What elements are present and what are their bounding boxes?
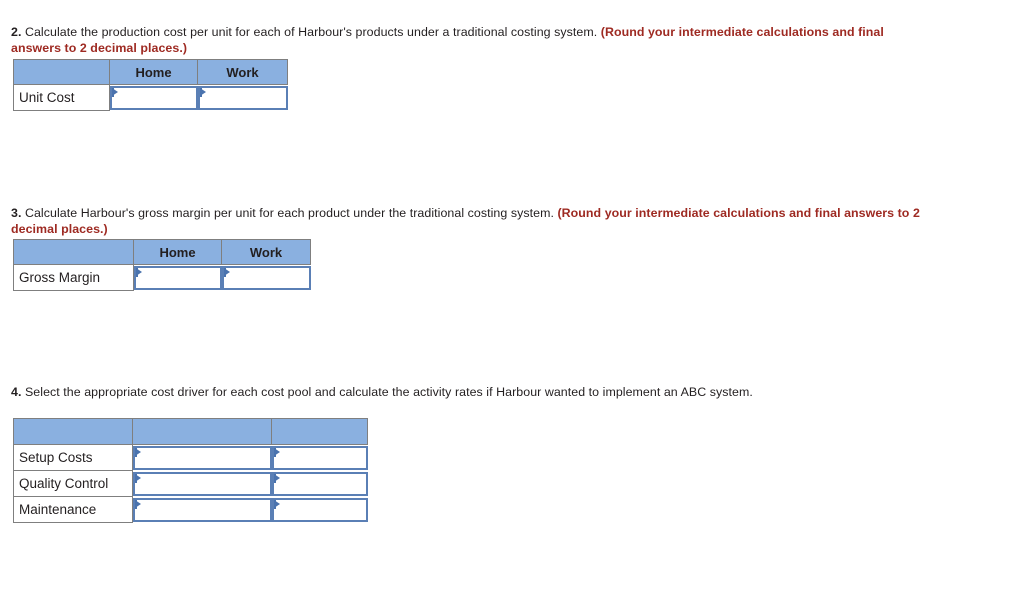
row-label-setup-costs: Setup Costs xyxy=(13,444,133,471)
column-header-blank xyxy=(13,239,134,265)
maintenance-rate-cell xyxy=(271,496,368,523)
column-header-work: Work xyxy=(221,239,311,265)
input-marker-triangle-icon xyxy=(136,267,142,276)
input-marker-triangle-icon xyxy=(273,447,280,456)
input-marker-triangle-icon xyxy=(199,87,206,96)
input-box[interactable] xyxy=(271,471,368,496)
column-header-blank-3 xyxy=(271,418,368,445)
table-row: Setup Costs xyxy=(13,444,368,471)
row-label-maintenance: Maintenance xyxy=(13,496,133,523)
gross-margin-work-input[interactable] xyxy=(230,267,307,288)
question-2-prompt: 2. Calculate the production cost per uni… xyxy=(11,25,911,56)
gross-margin-work-cell xyxy=(221,264,311,291)
setup-costs-rate-input[interactable] xyxy=(280,447,364,468)
unit-cost-work-input[interactable] xyxy=(206,87,284,108)
quality-control-rate-input[interactable] xyxy=(280,473,364,494)
setup-costs-driver-input[interactable] xyxy=(142,447,268,468)
input-box[interactable] xyxy=(110,85,198,110)
unit-cost-table: Home Work Unit Cost xyxy=(13,59,288,111)
maintenance-driver-input[interactable] xyxy=(142,499,268,520)
column-header-work: Work xyxy=(197,59,288,85)
gross-margin-home-cell xyxy=(133,264,222,291)
worksheet-page: 2. Calculate the production cost per uni… xyxy=(0,0,1024,606)
gross-margin-table: Home Work Gross Margin xyxy=(13,239,311,291)
maintenance-driver-cell xyxy=(132,496,272,523)
maintenance-rate-input[interactable] xyxy=(280,499,364,520)
row-label-unit-cost: Unit Cost xyxy=(13,84,110,111)
unit-cost-work-cell xyxy=(197,84,288,111)
question-3-prompt: 3. Calculate Harbour's gross margin per … xyxy=(11,206,931,237)
row-label-gross-margin: Gross Margin xyxy=(13,264,134,291)
input-marker-triangle-icon xyxy=(135,447,141,456)
input-box[interactable] xyxy=(221,265,311,290)
input-box[interactable] xyxy=(133,471,272,496)
table-header-row: Home Work xyxy=(13,239,311,265)
quality-control-rate-cell xyxy=(271,470,368,497)
question-2-number: 2. xyxy=(11,25,22,39)
column-header-blank-2 xyxy=(132,418,272,445)
table-row: Quality Control xyxy=(13,470,368,497)
input-box[interactable] xyxy=(271,445,368,470)
input-marker-triangle-icon xyxy=(273,499,280,508)
question-3-text: Calculate Harbour's gross margin per uni… xyxy=(21,206,558,220)
input-box[interactable] xyxy=(134,265,222,290)
column-header-blank-1 xyxy=(13,418,133,445)
cost-drivers-table: Setup Costs Quality Control Maintenance xyxy=(13,418,368,523)
quality-control-driver-cell xyxy=(132,470,272,497)
table-row: Unit Cost xyxy=(13,84,288,111)
question-3-number: 3. xyxy=(11,206,22,220)
question-4-prompt: 4. Select the appropriate cost driver fo… xyxy=(11,385,811,401)
table-row: Gross Margin xyxy=(13,264,311,291)
question-2-text: Calculate the production cost per unit f… xyxy=(21,25,601,39)
column-header-home: Home xyxy=(133,239,222,265)
question-4-number: 4. xyxy=(11,385,22,399)
input-marker-triangle-icon xyxy=(112,87,118,96)
input-marker-triangle-icon xyxy=(135,499,141,508)
setup-costs-rate-cell xyxy=(271,444,368,471)
question-4-text: Select the appropriate cost driver for e… xyxy=(21,385,753,399)
table-header-row xyxy=(13,418,368,445)
table-row: Maintenance xyxy=(13,496,368,523)
gross-margin-home-input[interactable] xyxy=(143,267,218,288)
input-marker-triangle-icon xyxy=(135,473,141,482)
input-box[interactable] xyxy=(133,497,272,522)
input-box[interactable] xyxy=(197,85,288,110)
unit-cost-home-cell xyxy=(109,84,198,111)
input-marker-triangle-icon xyxy=(223,267,230,276)
quality-control-driver-input[interactable] xyxy=(142,473,268,494)
input-marker-triangle-icon xyxy=(273,473,280,482)
input-box[interactable] xyxy=(271,497,368,522)
column-header-home: Home xyxy=(109,59,198,85)
table-header-row: Home Work xyxy=(13,59,288,85)
input-box[interactable] xyxy=(133,445,272,470)
setup-costs-driver-cell xyxy=(132,444,272,471)
row-label-quality-control: Quality Control xyxy=(13,470,133,497)
unit-cost-home-input[interactable] xyxy=(119,87,194,108)
column-header-blank xyxy=(13,59,110,85)
